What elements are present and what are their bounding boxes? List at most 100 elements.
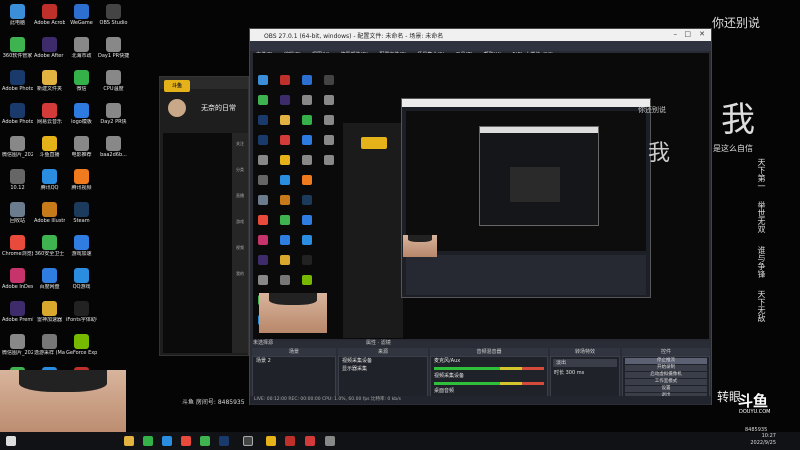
- desktop-icon[interactable]: 微信图片_2022091...: [2, 334, 33, 366]
- preview-desktop-icon: [280, 235, 290, 245]
- obs-preview[interactable]: 你还别说 我: [253, 53, 709, 339]
- desktop-icon[interactable]: 网易云音乐: [34, 103, 65, 135]
- side-nav-item[interactable]: 直播: [232, 185, 248, 211]
- desktop-icon-label: Chrome浏览器: [2, 251, 33, 257]
- volume-meter[interactable]: [434, 382, 544, 385]
- desktop-icon[interactable]: 腾讯QQ: [34, 169, 65, 201]
- desktop-icon[interactable]: 北海市政: [66, 37, 97, 69]
- desktop-icon[interactable]: 回收站: [2, 202, 33, 234]
- transition-select[interactable]: 淡出: [553, 359, 617, 367]
- desktop-icon-label: 游戏加速: [71, 251, 92, 257]
- preview-desktop-icon: [302, 275, 312, 285]
- source-item[interactable]: 视频采集设备: [339, 357, 427, 365]
- side-nav-item[interactable]: 游戏: [232, 211, 248, 237]
- app-icon: [42, 202, 57, 217]
- desktop-icon-label: 北海市政: [71, 53, 92, 59]
- douyu-content-area: [163, 133, 233, 353]
- desktop-icon-label: 逸游采样 (Mahjong...: [34, 350, 65, 356]
- scene-item[interactable]: 场景 2: [253, 357, 335, 365]
- taskbar-app-icon[interactable]: [219, 436, 229, 446]
- start-recording-button[interactable]: 开始录制: [625, 365, 707, 371]
- studio-mode-button[interactable]: 工作室模式: [625, 379, 707, 385]
- volume-meter[interactable]: [434, 367, 544, 370]
- start-icon[interactable]: [6, 436, 16, 446]
- desktop-icon[interactable]: 360安全卫士: [34, 235, 65, 267]
- side-nav-item[interactable]: 视频: [232, 237, 248, 263]
- desktop-icon[interactable]: 逸游采样 (Mahjong...: [34, 334, 65, 366]
- taskbar-app-icon[interactable]: [325, 436, 335, 446]
- taskbar-app-icon[interactable]: [200, 436, 210, 446]
- taskbar-app-icon[interactable]: [285, 436, 295, 446]
- desktop-icon[interactable]: Adobe Photosh...: [2, 70, 33, 102]
- desktop-icon[interactable]: 电影推荐: [66, 136, 97, 168]
- desktop-icon[interactable]: WeGame: [66, 4, 97, 36]
- taskbar-app-icon[interactable]: [143, 436, 153, 446]
- mixer-header: 音频混音器: [430, 348, 548, 356]
- preview-desktop-icon: [258, 155, 268, 165]
- close-icon[interactable]: ✕: [699, 30, 705, 38]
- desktop-icon[interactable]: Day1 PR快捷键大全: [98, 37, 129, 69]
- obs-window[interactable]: OBS 27.0.1 (64-bit, windows) - 配置文件: 未命名…: [249, 28, 712, 405]
- sources-header: 来源: [338, 348, 428, 356]
- desktop-icon[interactable]: logo模板: [66, 103, 97, 135]
- virtual-camera-button[interactable]: 启动虚拟摄像机: [625, 372, 707, 378]
- wallpaper-text-big: 我: [721, 100, 755, 140]
- desktop-icon[interactable]: Adobe Photosh...: [2, 103, 33, 135]
- settings-button[interactable]: 设置: [625, 386, 707, 392]
- stop-streaming-button[interactable]: 停止推流: [625, 358, 707, 364]
- desktop-icon[interactable]: 微信图片_2022091...: [2, 136, 33, 168]
- desktop-icon[interactable]: 雷神加速器: [34, 301, 65, 333]
- app-icon: [42, 103, 57, 118]
- desktop-icon[interactable]: Adobe Acrobat DC: [34, 4, 65, 36]
- side-nav-item[interactable]: 我的: [232, 263, 248, 289]
- desktop-icon[interactable]: Steam: [66, 202, 97, 234]
- taskbar-app-icon[interactable]: [162, 436, 172, 446]
- desktop-icon[interactable]: iFonts字体助手: [66, 301, 97, 333]
- desktop-icon-label: baa2d6b...: [100, 152, 127, 158]
- desktop-icon[interactable]: 微信: [66, 70, 97, 102]
- desktop-icon[interactable]: 斗鱼直播: [34, 136, 65, 168]
- obs-taskbar-icon[interactable]: [243, 436, 253, 446]
- desktop-icon[interactable]: Adobe Premie...: [2, 301, 33, 333]
- desktop-icon[interactable]: 此电脑: [2, 4, 33, 36]
- desktop-icon[interactable]: QQ游戏: [66, 268, 97, 300]
- app-icon: [42, 334, 57, 349]
- desktop-icon[interactable]: Chrome浏览器: [2, 235, 33, 267]
- taskbar-app-icon[interactable]: [305, 436, 315, 446]
- source-item[interactable]: 显示器采集: [339, 365, 427, 373]
- desktop-icon[interactable]: 百度网盘: [34, 268, 65, 300]
- desktop-icon[interactable]: Adobe After Effects 2020: [34, 37, 65, 69]
- desktop-icon[interactable]: CPU温度: [98, 70, 129, 102]
- desktop-icon[interactable]: baa2d6b...: [98, 136, 129, 168]
- preview-desktop-icon: [258, 255, 268, 265]
- preview-desktop-icon: [302, 235, 312, 245]
- duration-row[interactable]: 时长 300 ms: [551, 369, 619, 377]
- streamer-avatar[interactable]: [168, 99, 186, 117]
- taskbar-clock[interactable]: 10:27 2022/9/25: [750, 433, 776, 447]
- side-nav-item[interactable]: 关注: [232, 133, 248, 159]
- desktop-icon-label: logo模板: [71, 119, 92, 125]
- desktop-icon-label: 百度网盘: [39, 284, 60, 290]
- minimize-icon[interactable]: –: [674, 30, 678, 38]
- taskbar-app-icon[interactable]: [181, 436, 191, 446]
- desktop-icon[interactable]: Day2 PR快: [98, 103, 129, 135]
- desktop-icon[interactable]: GeForce Experience: [66, 334, 97, 366]
- douyu-client-window[interactable]: 斗鱼 无奈的日常 关注 分类 直播 游戏 视频 我的 斗鱼 房间号: 84859…: [159, 76, 249, 406]
- desktop-icon[interactable]: OBS Studio: [98, 4, 129, 36]
- desktop-icon[interactable]: Adobe InDesi...: [2, 268, 33, 300]
- desktop-icon[interactable]: 10.12: [2, 169, 33, 201]
- desktop-icon[interactable]: 新建文件夹: [34, 70, 65, 102]
- obs-titlebar[interactable]: OBS 27.0.1 (64-bit, windows) - 配置文件: 未命名…: [250, 29, 711, 41]
- maximize-icon[interactable]: □: [684, 30, 691, 38]
- desktop-icon-label: 360软件管家: [2, 53, 33, 59]
- side-nav-item[interactable]: 分类: [232, 159, 248, 185]
- taskbar-app-icon[interactable]: [266, 436, 276, 446]
- desktop-icon[interactable]: 360软件管家: [2, 37, 33, 69]
- desktop-icon[interactable]: Adobe Illustrat...: [34, 202, 65, 234]
- attributes-button[interactable]: 属性 · 滤镜: [366, 339, 426, 347]
- desktop-icon[interactable]: 腾讯视频: [66, 169, 97, 201]
- preview-desktop-icon: [258, 235, 268, 245]
- desktop-icon[interactable]: 游戏加速: [66, 235, 97, 267]
- app-icon: [74, 202, 89, 217]
- taskbar-app-icon[interactable]: [124, 436, 134, 446]
